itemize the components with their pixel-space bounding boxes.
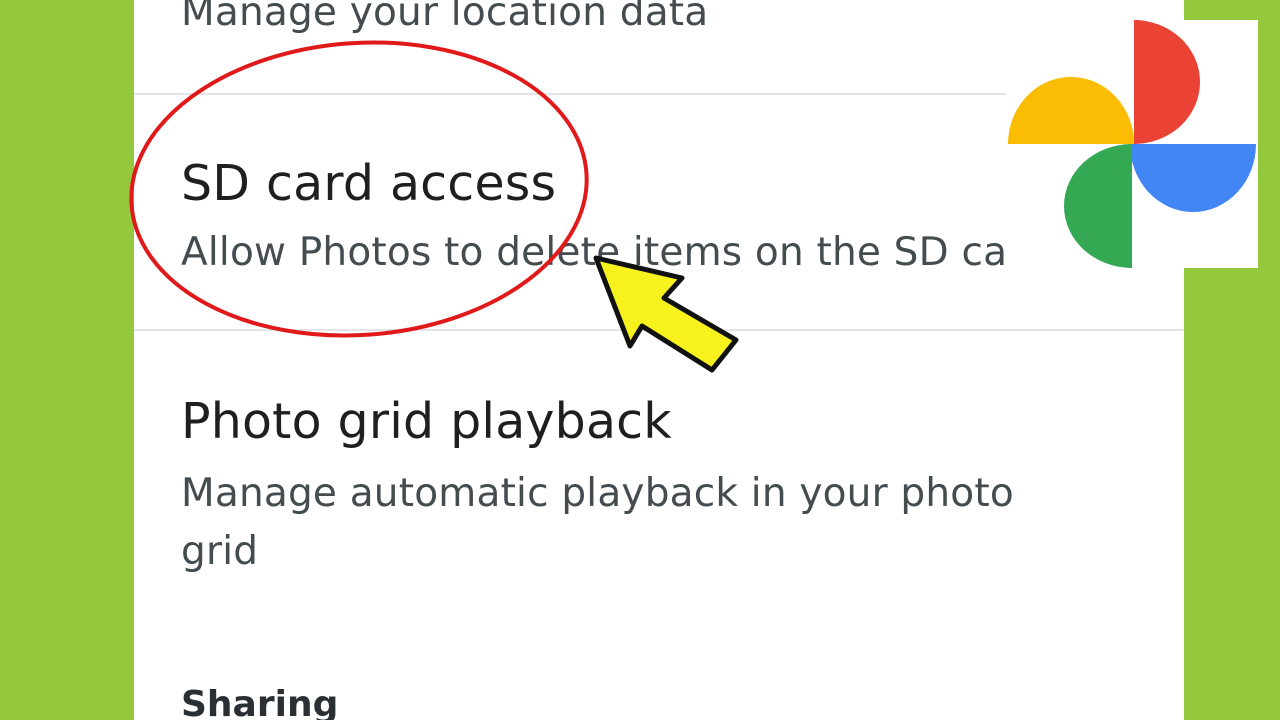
arrow-pointer-icon bbox=[593, 255, 739, 373]
annotation-overlay bbox=[129, 40, 739, 373]
video-thumbnail: Manage your location data SD card access… bbox=[0, 0, 1280, 720]
highlight-circle bbox=[129, 40, 589, 338]
